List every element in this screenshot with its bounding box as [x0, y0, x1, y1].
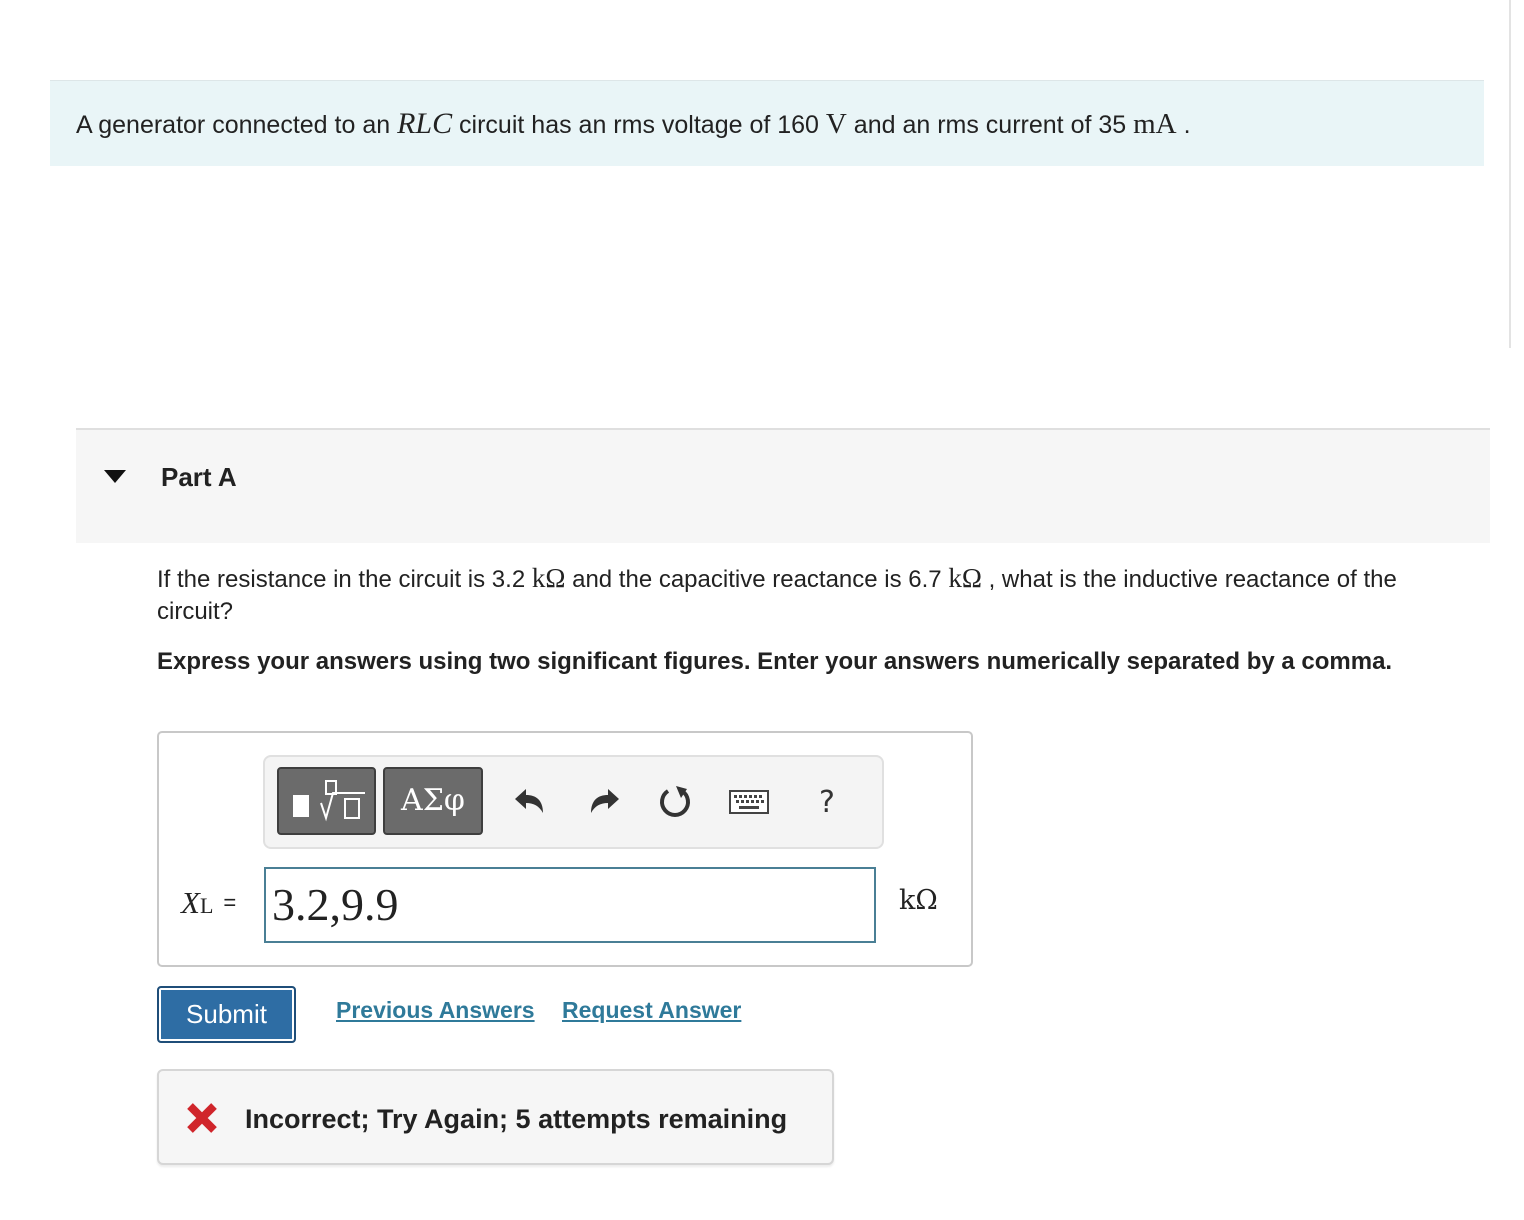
help-icon[interactable]: ?	[799, 769, 855, 835]
intro-part-4: .	[1176, 111, 1191, 139]
part-title: Part A	[161, 462, 237, 492]
instructions: Express your answers using two significa…	[157, 648, 1393, 675]
reset-icon[interactable]	[647, 769, 703, 835]
intro-part-1: A generator connected to an	[76, 111, 398, 139]
templates-icon	[293, 780, 365, 822]
answer-input[interactable]: 3.2,9.9	[264, 867, 876, 943]
answer-box: ΑΣφ ? XL = 3.2,9.9 kΩ	[157, 731, 973, 967]
undo-icon[interactable]	[501, 769, 557, 835]
question-part-2: and the capacitive reactance is 6.7	[565, 566, 949, 593]
variable-symbol: X	[181, 885, 200, 920]
incorrect-x-icon	[187, 1103, 217, 1133]
submit-button[interactable]: Submit	[157, 986, 296, 1043]
problem-intro: A generator connected to an RLC circuit …	[50, 80, 1484, 166]
intro-part-3: and an rms current of 35	[846, 111, 1134, 139]
templates-button[interactable]	[277, 767, 376, 835]
request-answer-link[interactable]: Request Answer	[562, 997, 741, 1024]
intro-part-2: circuit has an rms voltage of 160	[452, 111, 826, 139]
question-text: If the resistance in the circuit is 3.2 …	[157, 562, 1477, 628]
volt-unit: V	[825, 108, 847, 140]
rlc-symbol: RLC	[397, 107, 453, 140]
greek-symbols-button[interactable]: ΑΣφ	[383, 767, 483, 835]
resistance-unit: kΩ	[531, 563, 566, 593]
milliamp-unit: mA	[1133, 108, 1177, 140]
intro-text: A generator connected to an RLC circuit …	[76, 107, 1191, 142]
equals-sign: =	[223, 890, 237, 915]
keyboard-icon[interactable]	[721, 769, 777, 835]
question-part-1: If the resistance in the circuit is 3.2	[157, 566, 532, 593]
capacitive-unit: kΩ	[948, 563, 982, 593]
variable-subscript: L	[199, 893, 214, 918]
previous-answers-link[interactable]: Previous Answers	[336, 997, 535, 1024]
math-toolbar: ΑΣφ ?	[263, 755, 884, 849]
answer-variable-label: XL =	[181, 885, 236, 921]
feedback-text: Incorrect; Try Again; 5 attempts remaini…	[245, 1104, 788, 1134]
redo-icon[interactable]	[577, 769, 633, 835]
part-a-header[interactable]: Part A	[76, 428, 1490, 543]
collapse-triangle-icon[interactable]	[104, 470, 126, 483]
right-divider	[1509, 0, 1511, 348]
feedback-box: Incorrect; Try Again; 5 attempts remaini…	[157, 1069, 834, 1165]
answer-unit: kΩ	[899, 885, 938, 916]
